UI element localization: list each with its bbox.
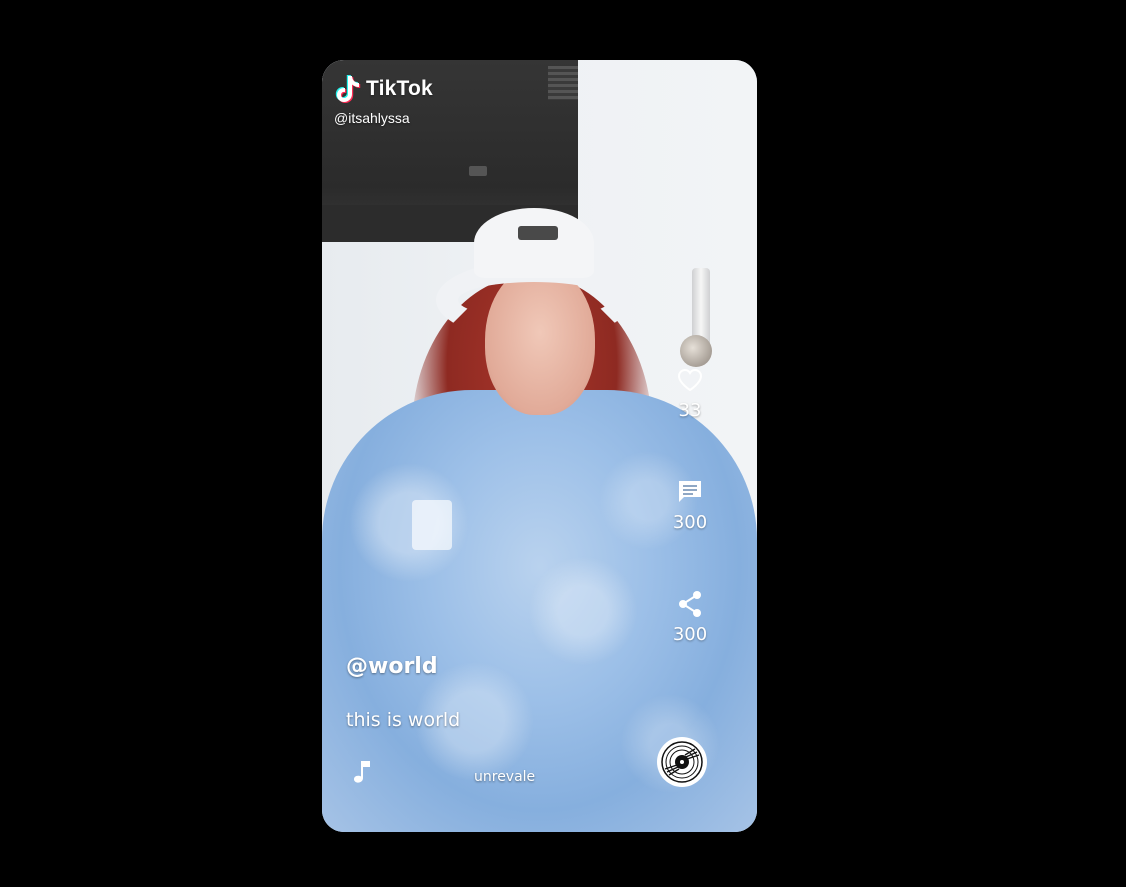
video-frame-hat-logo bbox=[518, 226, 558, 240]
comment-button[interactable]: 300 bbox=[668, 478, 712, 533]
like-button[interactable]: 33 bbox=[668, 366, 712, 421]
like-count: 33 bbox=[678, 400, 702, 421]
video-frame-lamp-base bbox=[680, 335, 712, 367]
share-button[interactable]: 300 bbox=[668, 590, 712, 645]
video-frame-chest-logo bbox=[412, 500, 452, 550]
brand-name: TikTok bbox=[366, 77, 433, 100]
tiktok-watermark: TikTok bbox=[334, 74, 433, 104]
music-title[interactable]: unrevale bbox=[474, 769, 535, 785]
share-icon[interactable] bbox=[676, 590, 704, 618]
share-count: 300 bbox=[672, 624, 708, 645]
vinyl-record-icon bbox=[661, 741, 703, 783]
app-stage: TikTok @itsahlyssa 33 300 300 @world thi… bbox=[0, 0, 1126, 887]
music-note-icon bbox=[354, 761, 370, 783]
heart-icon[interactable] bbox=[676, 366, 704, 394]
video-frame-vent bbox=[548, 66, 578, 100]
caption-username[interactable]: @world bbox=[346, 654, 438, 679]
watermark-handle: @itsahlyssa bbox=[334, 110, 410, 126]
video-frame-light bbox=[469, 166, 487, 176]
video-frame-hat-top bbox=[474, 208, 594, 278]
comment-icon[interactable] bbox=[676, 478, 704, 506]
comment-count: 300 bbox=[672, 512, 708, 533]
music-disc-button[interactable] bbox=[657, 737, 707, 787]
video-frame-hat bbox=[436, 208, 632, 348]
tiktok-logo-icon bbox=[335, 75, 361, 103]
caption-text: this is world bbox=[346, 709, 461, 731]
